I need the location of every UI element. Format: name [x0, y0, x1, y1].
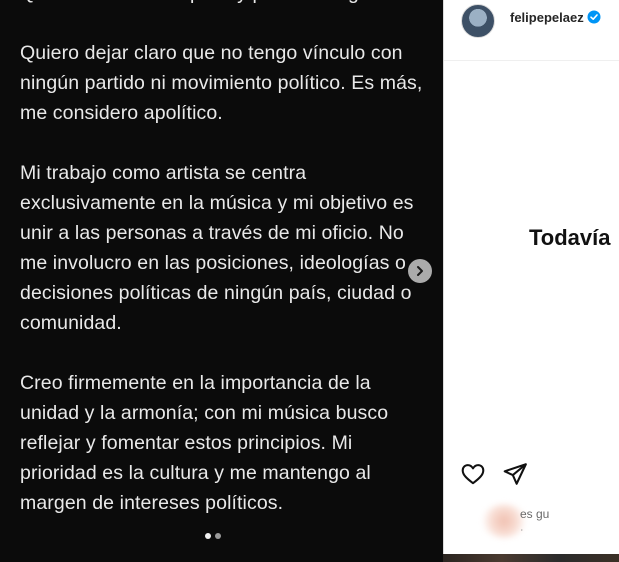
username-link[interactable]: felipepelaez — [510, 10, 584, 25]
action-bar — [460, 461, 528, 487]
comment-meta: ʾ — [520, 528, 524, 540]
next-slide-button[interactable] — [408, 259, 432, 283]
heart-icon[interactable] — [460, 461, 486, 487]
verified-badge-icon — [587, 10, 601, 24]
comment-text: es gu — [520, 507, 550, 521]
comment-preview: es gu ʾ — [454, 498, 619, 554]
post-header: felipepelaez — [444, 0, 619, 61]
post-paragraph-4: Creo firmemente en la importancia de la … — [20, 372, 389, 514]
carousel-dot — [215, 533, 221, 539]
post-side-panel: felipepelaez Todavía es gu ʾ — [443, 0, 619, 554]
carousel-dot-active — [205, 533, 211, 539]
post-paragraph-2: Quiero dejar claro que no tengo vínculo … — [20, 42, 423, 124]
background-strip — [443, 554, 619, 562]
avatar[interactable] — [461, 4, 495, 38]
post-text: Querida familia Felipista y público en g… — [20, 0, 430, 548]
caption-text: Todavía — [529, 225, 611, 250]
post-paragraph-1: Querida familia Felipista y público en g… — [20, 0, 430, 8]
post-paragraph-3: Mi trabajo como artista se centra exclus… — [20, 162, 414, 334]
share-icon[interactable] — [502, 461, 528, 487]
carousel-dots — [205, 533, 221, 539]
post-image: Querida familia Felipista y público en g… — [0, 0, 443, 562]
chevron-right-icon — [417, 266, 423, 276]
